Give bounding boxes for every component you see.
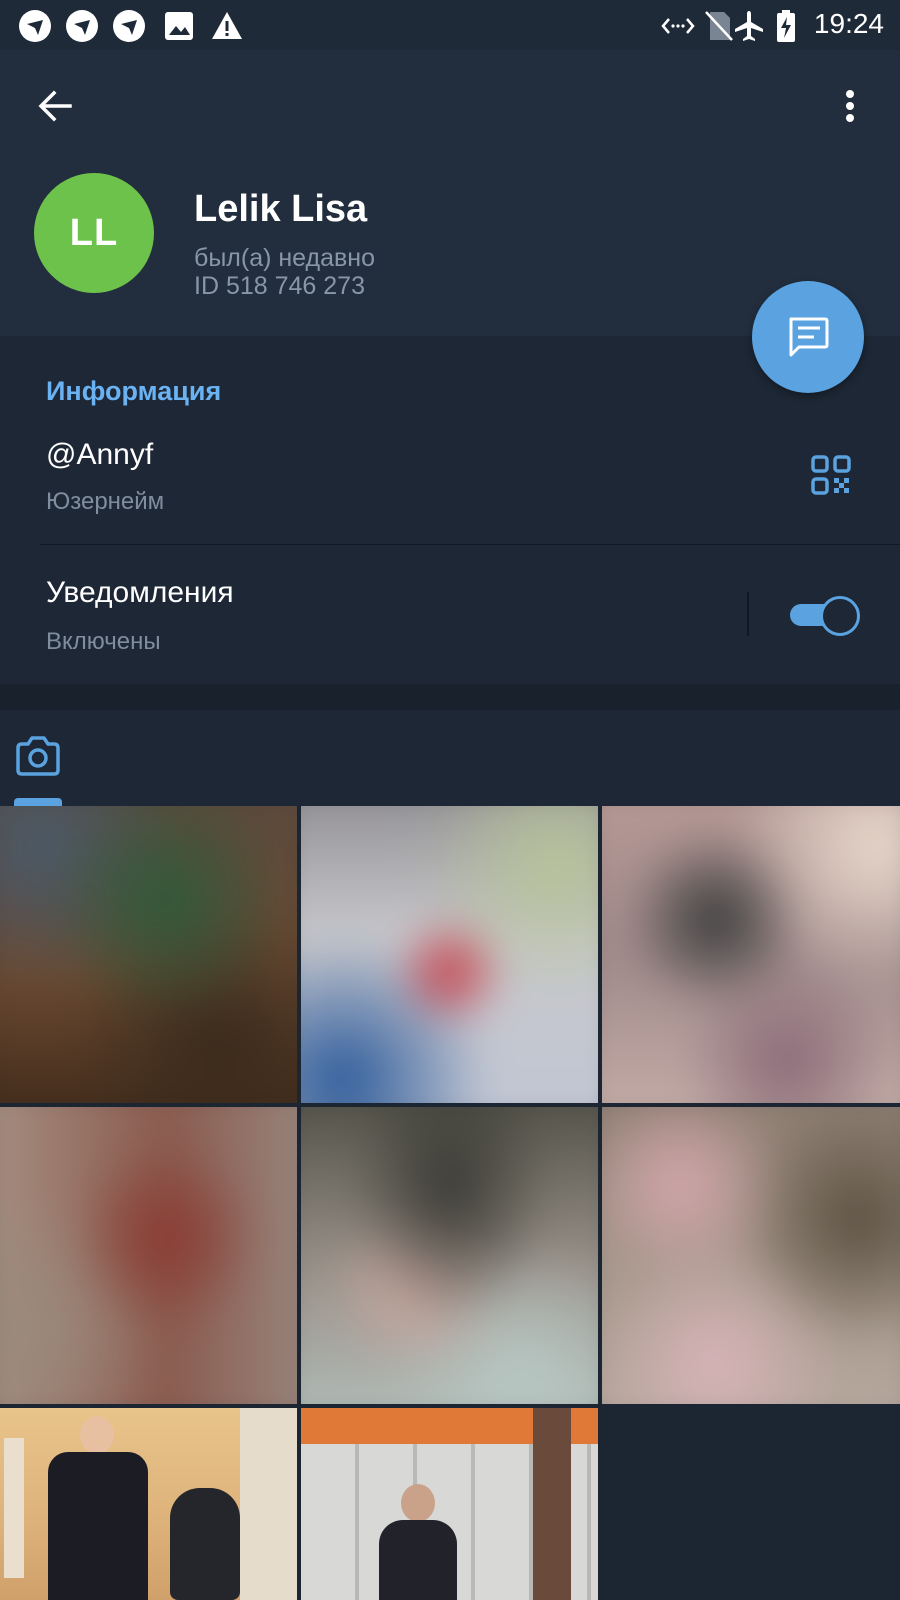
media-item[interactable]: [602, 806, 900, 1103]
app-notification-icon: [113, 10, 145, 42]
more-options-button[interactable]: [830, 80, 870, 132]
image-icon: [165, 12, 193, 40]
status-bar: 19:24: [0, 0, 900, 50]
avatar[interactable]: LL: [34, 173, 154, 293]
data-transfer-icon: [661, 18, 695, 34]
media-item[interactable]: [301, 806, 598, 1103]
media-item[interactable]: [0, 1408, 297, 1600]
app-notification-icon: [66, 10, 98, 42]
notifications-status: Включены: [46, 628, 161, 655]
media-item[interactable]: [301, 1107, 598, 1404]
media-item[interactable]: [0, 806, 297, 1103]
battery-charging-icon: [777, 10, 795, 42]
profile-name: Lelik Lisa: [194, 188, 368, 230]
qr-code-button[interactable]: [810, 454, 852, 496]
app-notification-icon: [19, 10, 51, 42]
username-label: Юзернейм: [46, 488, 165, 515]
toggle-knob: [820, 596, 860, 636]
arrow-left-icon: [38, 90, 72, 122]
username-value[interactable]: @Annyf: [46, 438, 153, 472]
active-tab-indicator: [14, 798, 62, 806]
media-tabs: [0, 710, 900, 806]
warning-icon: [212, 12, 242, 39]
media-item[interactable]: [301, 1408, 598, 1600]
divider: [40, 544, 900, 545]
tab-photos[interactable]: [14, 734, 62, 778]
clock: 19:24: [813, 8, 884, 39]
last-seen-status: был(а) недавно: [194, 244, 376, 272]
more-vertical-icon: [846, 90, 854, 122]
camera-icon: [16, 736, 60, 776]
send-message-button[interactable]: [752, 281, 864, 393]
user-id: ID 518 746 273: [194, 272, 365, 300]
divider: [747, 592, 749, 636]
airplane-mode-icon: [735, 11, 763, 41]
notifications-title[interactable]: Уведомления: [46, 576, 234, 610]
media-item[interactable]: [602, 1107, 900, 1404]
section-gap: [0, 684, 900, 710]
back-button[interactable]: [30, 80, 82, 132]
message-icon: [789, 317, 829, 357]
no-sim-icon: [705, 11, 733, 41]
notifications-toggle[interactable]: [790, 596, 860, 636]
section-title-info: Информация: [46, 376, 222, 406]
profile-header: LL Lelik Lisa был(а) недавно ID 518 746 …: [0, 50, 900, 336]
info-section: Информация @Annyf Юзернейм Уведомления В…: [0, 336, 900, 684]
media-grid: [0, 806, 900, 1600]
media-item[interactable]: [0, 1107, 297, 1404]
